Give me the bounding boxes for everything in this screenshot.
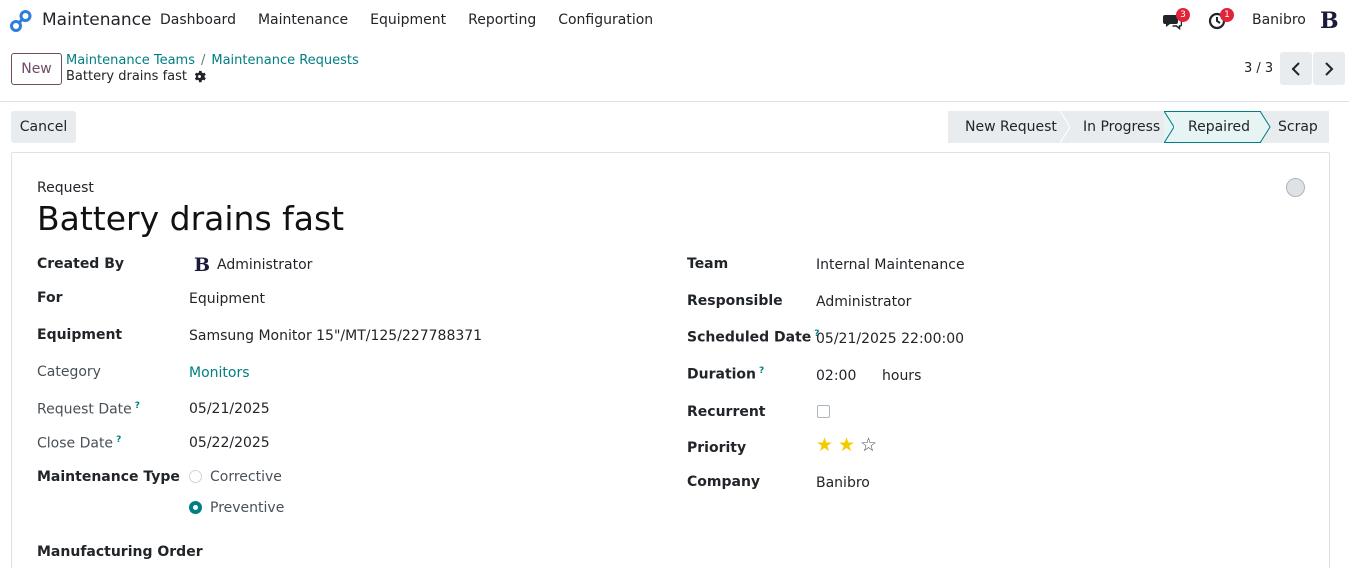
gear-icon[interactable] bbox=[193, 70, 206, 83]
radio-corrective[interactable] bbox=[189, 470, 202, 483]
chevron-right-icon bbox=[1325, 61, 1334, 76]
help-icon[interactable]: ? bbox=[135, 401, 140, 411]
new-button[interactable]: New bbox=[11, 53, 62, 85]
stage-new-request[interactable]: New Request bbox=[948, 111, 1070, 143]
priority-star-icon[interactable]: ☆ bbox=[860, 436, 877, 455]
maintenance-type-label: Maintenance Type bbox=[37, 469, 180, 485]
request-date-field[interactable]: 05/21/2025 bbox=[189, 401, 270, 417]
control-panel: New Maintenance Teams / Maintenance Reques… bbox=[0, 42, 1349, 102]
recurrent-label: Recurrent bbox=[687, 404, 766, 420]
stage-arrow-icon bbox=[1164, 111, 1174, 143]
stage-label: Repaired bbox=[1188, 119, 1251, 135]
menu-equipment[interactable]: Equipment bbox=[370, 12, 446, 28]
breadcrumb-separator: / bbox=[200, 53, 206, 68]
form-sheet: Request Battery drains fast Created By B… bbox=[11, 152, 1330, 568]
menu-configuration[interactable]: Configuration bbox=[558, 12, 653, 28]
menu-dashboard[interactable]: Dashboard bbox=[160, 12, 236, 28]
app-logo-icon[interactable] bbox=[10, 10, 32, 32]
stage-arrow-icon bbox=[1260, 111, 1271, 143]
category-label: Category bbox=[37, 364, 101, 380]
pager-value[interactable]: 3 / 3 bbox=[1244, 61, 1273, 76]
created-by-avatar: B bbox=[194, 254, 211, 276]
priority-star-icon[interactable]: ★ bbox=[816, 436, 833, 455]
stage-label: In Progress bbox=[1083, 119, 1161, 135]
close-date-field[interactable]: 05/22/2025 bbox=[189, 435, 270, 451]
company-field[interactable]: Banibro bbox=[816, 475, 870, 491]
kanban-state-indicator[interactable] bbox=[1286, 178, 1305, 197]
duration-label: Duration? bbox=[687, 366, 765, 383]
radio-preventive[interactable] bbox=[189, 501, 202, 514]
stage-in-progress[interactable]: In Progress bbox=[1060, 111, 1174, 143]
help-icon[interactable]: ? bbox=[759, 366, 764, 376]
duration-unit: hours bbox=[882, 368, 922, 384]
help-icon[interactable]: ? bbox=[116, 435, 121, 445]
menu-reporting[interactable]: Reporting bbox=[468, 12, 536, 28]
equipment-label: Equipment bbox=[37, 327, 123, 343]
stage-statusbar: New Request In Progress Repaired Scrap bbox=[948, 111, 1329, 143]
radio-preventive-label[interactable]: Preventive bbox=[210, 500, 284, 516]
top-navbar: Maintenance Dashboard Maintenance Equipm… bbox=[0, 0, 1349, 42]
app-name[interactable]: Maintenance bbox=[42, 10, 151, 30]
stage-scrap[interactable]: Scrap bbox=[1261, 111, 1329, 143]
stage-repaired[interactable]: Repaired bbox=[1164, 111, 1271, 143]
breadcrumb-maintenance-requests[interactable]: Maintenance Requests bbox=[211, 53, 358, 68]
equipment-field[interactable]: Samsung Monitor 15"/MT/125/227788371 bbox=[189, 328, 482, 344]
request-title-label: Request bbox=[37, 180, 94, 196]
recurrent-checkbox[interactable] bbox=[817, 405, 830, 418]
pager-previous-button[interactable] bbox=[1280, 52, 1312, 85]
request-date-label: Request Date? bbox=[37, 401, 141, 418]
scheduled-date-label: Scheduled Date? bbox=[687, 329, 820, 346]
pager-next-button[interactable] bbox=[1313, 52, 1345, 85]
for-field[interactable]: Equipment bbox=[189, 291, 265, 307]
team-field[interactable]: Internal Maintenance bbox=[816, 257, 965, 273]
category-link[interactable]: Monitors bbox=[189, 365, 250, 381]
for-label: For bbox=[37, 290, 63, 306]
responsible-label: Responsible bbox=[687, 293, 783, 309]
created-by-label: Created By bbox=[37, 256, 125, 272]
stage-label: Scrap bbox=[1278, 119, 1318, 135]
manufacturing-order-label: Manufacturing Order bbox=[37, 544, 203, 560]
breadcrumb-maintenance-teams[interactable]: Maintenance Teams bbox=[66, 53, 195, 68]
messages-badge: 3 bbox=[1176, 8, 1190, 22]
duration-field[interactable]: 02:00 bbox=[816, 368, 856, 384]
request-title-field[interactable]: Battery drains fast bbox=[37, 199, 344, 238]
priority-star-icon[interactable]: ★ bbox=[838, 436, 855, 455]
record-name: Battery drains fast bbox=[66, 69, 187, 84]
close-date-label: Close Date? bbox=[37, 435, 122, 452]
scheduled-date-field[interactable]: 05/21/2025 22:00:00 bbox=[816, 331, 964, 347]
responsible-field[interactable]: Administrator bbox=[816, 294, 911, 310]
radio-corrective-label[interactable]: Corrective bbox=[210, 469, 282, 485]
company-label: Company bbox=[687, 474, 761, 490]
menu-maintenance[interactable]: Maintenance bbox=[258, 12, 348, 28]
created-by-field[interactable]: Administrator bbox=[217, 257, 312, 273]
stage-label: New Request bbox=[965, 119, 1057, 135]
main-menu: Dashboard Maintenance Equipment Reportin… bbox=[160, 12, 675, 28]
cancel-button[interactable]: Cancel bbox=[11, 111, 76, 143]
breadcrumb: Maintenance Teams / Maintenance Requests bbox=[66, 53, 359, 68]
stage-arrow-icon bbox=[1060, 111, 1070, 143]
team-label: Team bbox=[687, 256, 729, 272]
user-avatar[interactable]: B bbox=[1320, 8, 1339, 34]
company-switcher[interactable]: Banibro bbox=[1252, 12, 1306, 28]
current-record: Battery drains fast bbox=[66, 69, 206, 84]
chevron-left-icon bbox=[1291, 61, 1300, 76]
activities-badge: 1 bbox=[1220, 8, 1234, 22]
priority-label: Priority bbox=[687, 440, 747, 456]
